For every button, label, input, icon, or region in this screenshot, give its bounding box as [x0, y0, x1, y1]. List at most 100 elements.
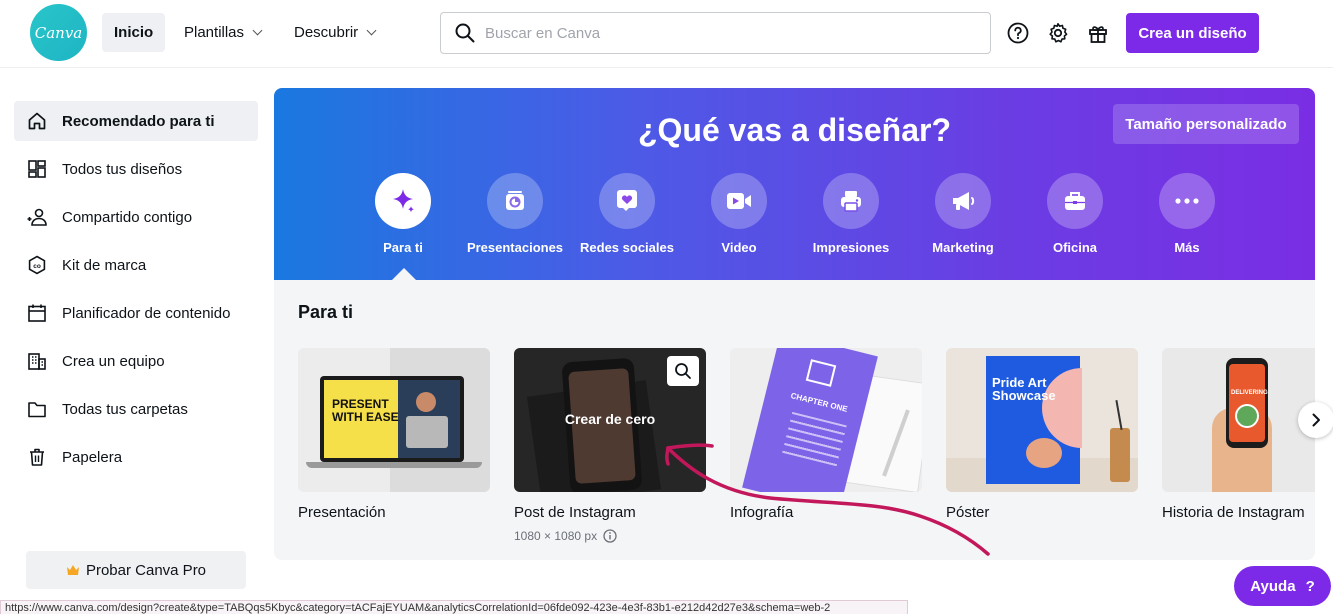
category-label: Oficina [1052, 240, 1098, 255]
thumb-text: WITH EASE [332, 410, 399, 424]
category-impresiones[interactable]: Impresiones [795, 173, 907, 255]
category-label: Marketing [932, 240, 994, 255]
thumb-text: Showcase [992, 388, 1056, 403]
create-design-button[interactable]: Crea un diseño [1126, 13, 1259, 53]
gift-icon[interactable] [1086, 21, 1110, 45]
nav-inicio-label: Inicio [114, 24, 154, 41]
sidebar-item-planificador[interactable]: Planificador de contenido [14, 293, 258, 333]
instagram-story-thumbnail[interactable]: DELIVERING [1162, 348, 1315, 492]
preview-search-button[interactable] [667, 356, 699, 386]
sidebar-item-label: Compartido contigo [62, 208, 193, 226]
canva-logo[interactable]: Canva [30, 4, 87, 61]
template-card-post-instagram[interactable]: Crear de cero Post de Instagram 1080 × 1… [514, 348, 706, 543]
try-pro-button[interactable]: Probar Canva Pro [26, 551, 246, 589]
try-pro-label: Probar Canva Pro [85, 561, 207, 579]
chevron-down-icon [366, 25, 377, 36]
nav-inicio[interactable]: Inicio [102, 13, 166, 52]
sidebar-item-equipo[interactable]: Crea un equipo [14, 341, 258, 381]
brand-kit-icon: co [26, 254, 48, 276]
active-category-pointer [392, 268, 416, 280]
category-oficina[interactable]: Oficina [1019, 173, 1131, 255]
nav-plantillas-label: Plantillas [184, 24, 245, 41]
logo-text: Canva [34, 23, 83, 42]
nav-descubrir-label: Descubrir [294, 24, 359, 41]
category-label: Presentaciones [466, 240, 564, 255]
instagram-post-thumbnail[interactable]: Crear de cero [514, 348, 706, 492]
sidebar-item-carpetas[interactable]: Todas tus carpetas [14, 389, 258, 429]
card-title: Infografía [730, 504, 794, 521]
printer-icon [823, 173, 879, 229]
category-label: Para ti [383, 240, 423, 255]
card-title: Post de Instagram [514, 504, 636, 521]
status-bar-url: https://www.canva.com/design?create&type… [0, 600, 908, 614]
video-icon [711, 173, 767, 229]
sidebar-item-label: Todas tus carpetas [62, 400, 188, 418]
card-title: Presentación [298, 504, 386, 521]
help-button[interactable]: Ayuda ? [1234, 566, 1331, 606]
category-mas[interactable]: Más [1131, 173, 1243, 255]
help-label: Ayuda [1250, 577, 1296, 595]
card-dimensions: 1080 × 1080 px [514, 529, 706, 543]
poster-thumbnail[interactable]: Pride Art Showcase [946, 348, 1138, 492]
chevron-right-icon [1312, 413, 1320, 427]
home-icon [26, 110, 48, 132]
briefcase-icon [1047, 173, 1103, 229]
hero-banner: ¿Qué vas a diseñar? Tamaño personalizado… [274, 88, 1315, 280]
help-question-icon: ? [1305, 577, 1315, 595]
dimensions-text: 1080 × 1080 px [514, 529, 598, 543]
sidebar-item-label: Papelera [62, 448, 123, 466]
search-icon [675, 363, 691, 379]
category-label: Video [721, 240, 757, 255]
category-label: Impresiones [812, 240, 890, 255]
sidebar-item-label: Recomendado para ti [62, 112, 215, 130]
settings-icon[interactable] [1046, 21, 1070, 45]
category-redes-sociales[interactable]: Redes sociales [571, 173, 683, 255]
sparkle-icon [375, 173, 431, 229]
section-title: Para ti [298, 302, 354, 322]
trash-icon [26, 446, 48, 468]
more-icon [1159, 173, 1215, 229]
sidebar-item-kit-marca[interactable]: co Kit de marca [14, 245, 258, 285]
info-icon[interactable] [603, 529, 617, 543]
category-marketing[interactable]: Marketing [907, 173, 1019, 255]
thumb-text: DELIVERING [1231, 390, 1268, 396]
presentation-icon [487, 173, 543, 229]
sidebar-item-recomendado[interactable]: Recomendado para ti [14, 101, 258, 141]
search-bar[interactable] [440, 12, 991, 54]
category-label: Redes sociales [580, 240, 674, 255]
nav-descubrir[interactable]: Descubrir [282, 13, 387, 52]
category-presentaciones[interactable]: Presentaciones [459, 173, 571, 255]
category-para-ti[interactable]: Para ti [347, 173, 459, 255]
template-card-presentacion[interactable]: PRESENT WITH EASE Presentación [298, 348, 490, 521]
infographic-thumbnail[interactable]: CHAPTER ONE [730, 348, 922, 492]
crown-icon [66, 565, 79, 575]
chevron-down-icon [252, 25, 263, 36]
help-icon[interactable] [1006, 21, 1030, 45]
top-bar: Canva Inicio Plantillas Descubrir Crea u… [0, 0, 1333, 68]
category-label: Más [1174, 240, 1200, 255]
template-card-infografia[interactable]: CHAPTER ONE Infografía [730, 348, 922, 521]
template-card-historia-instagram[interactable]: DELIVERING Historia de Instagram [1162, 348, 1315, 521]
nav-plantillas[interactable]: Plantillas [172, 13, 273, 52]
megaphone-icon [935, 173, 991, 229]
grid-icon [26, 158, 48, 180]
sidebar-item-compartido[interactable]: Compartido contigo [14, 197, 258, 237]
search-input[interactable] [485, 24, 965, 42]
calendar-icon [26, 302, 48, 324]
card-title: Historia de Instagram [1162, 504, 1305, 521]
custom-size-button[interactable]: Tamaño personalizado [1113, 104, 1299, 144]
template-card-poster[interactable]: Pride Art Showcase Póster [946, 348, 1138, 521]
shared-users-icon [26, 206, 48, 228]
svg-text:co: co [33, 263, 41, 270]
thumb-text: PRESENT [332, 397, 389, 411]
create-from-scratch-label[interactable]: Crear de cero [514, 411, 706, 427]
sidebar-item-label: Todos tus diseños [62, 160, 183, 178]
sidebar-item-disenos[interactable]: Todos tus diseños [14, 149, 258, 189]
presentation-thumbnail[interactable]: PRESENT WITH EASE [298, 348, 490, 492]
card-title: Póster [946, 504, 990, 521]
category-video[interactable]: Video [683, 173, 795, 255]
sidebar-item-label: Planificador de contenido [62, 304, 231, 322]
carousel-next-button[interactable] [1298, 402, 1333, 438]
sidebar-item-papelera[interactable]: Papelera [14, 437, 258, 477]
sidebar-item-label: Crea un equipo [62, 352, 165, 370]
